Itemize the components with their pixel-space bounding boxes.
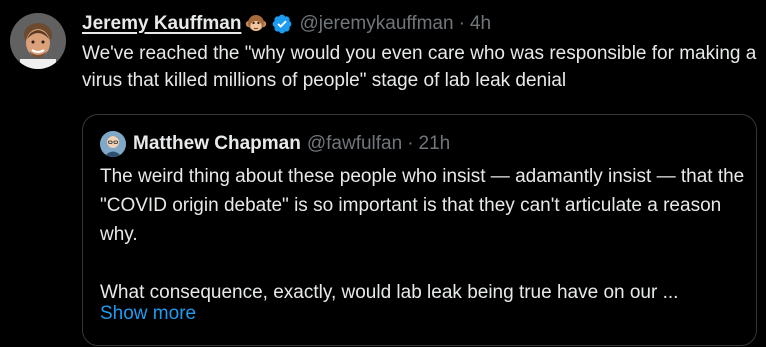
author-handle[interactable]: @jeremykauffman bbox=[299, 11, 453, 37]
quoted-author-handle[interactable]: @fawfulfan bbox=[307, 131, 402, 157]
quoted-author-name[interactable]: Matthew Chapman bbox=[133, 131, 301, 157]
quoted-paragraph: The weird thing about these people who i… bbox=[100, 166, 745, 245]
quoted-tweet-card[interactable]: Matthew Chapman @fawfulfan · 21h The wei… bbox=[82, 114, 757, 346]
quoted-tweet-text: The weird thing about these people who i… bbox=[100, 162, 745, 307]
previous-content-clip bbox=[65, 0, 325, 4]
separator-dot: · bbox=[407, 133, 414, 154]
author-name[interactable]: Jeremy Kauffman bbox=[82, 11, 241, 37]
profile-photo-icon bbox=[10, 13, 66, 69]
quoted-tweet-timestamp[interactable]: 21h bbox=[419, 131, 451, 157]
quoted-paragraph: What consequence, exactly, would lab lea… bbox=[100, 282, 679, 303]
tweet-timestamp[interactable]: 4h bbox=[470, 11, 491, 37]
verified-badge-icon[interactable] bbox=[271, 13, 293, 35]
tweet-header: Jeremy Kauffman @jeremykauffman · 4h bbox=[82, 11, 491, 37]
cartoon-avatar-icon bbox=[100, 131, 126, 157]
separator-dot: · bbox=[458, 13, 465, 34]
monkey-face-icon bbox=[245, 13, 267, 35]
quoted-tweet-header: Matthew Chapman @fawfulfan · 21h bbox=[100, 131, 450, 157]
show-more-link[interactable]: Show more bbox=[100, 300, 196, 328]
author-avatar[interactable] bbox=[10, 13, 66, 69]
tweet-text: We've reached the "why would you even ca… bbox=[82, 43, 757, 91]
